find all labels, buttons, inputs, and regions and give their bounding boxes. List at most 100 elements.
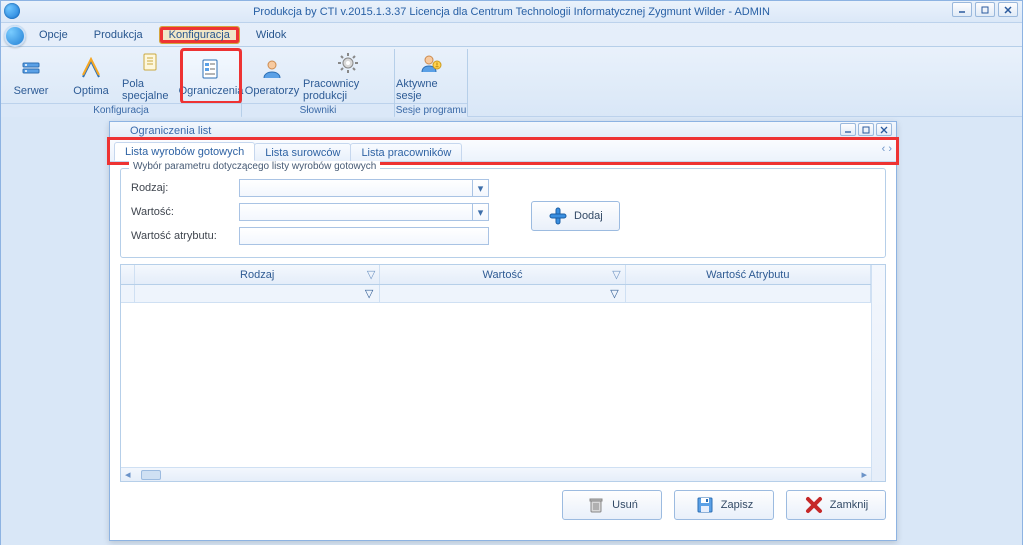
close-button[interactable] [998,2,1018,17]
ribbon-btn-operatorzy[interactable]: Operatorzy [242,49,302,103]
footer-buttons: Usuń Zapisz Zamknij [110,482,896,528]
scroll-right-icon[interactable]: ▸ [857,468,871,481]
server-icon [17,55,45,83]
grid: Rodzaj ▽ Wartość▽ Wartość Atrybutu ▽ ▽ [120,264,886,482]
child-window-ograniczenia: Ograniczenia list Lista wyrobów gotowych… [109,121,897,541]
child-window-title: Ograniczenia list [130,125,211,137]
child-close-button[interactable] [876,123,892,136]
delete-button[interactable]: Usuń [562,490,662,520]
menu-widok[interactable]: Widok [246,26,297,44]
input-wartosc-atrybutu[interactable] [239,227,489,245]
add-button[interactable]: Dodaj [531,201,620,231]
ribbon: Serwer Optima Pola specjalne Ograniczeni… [1,47,1022,117]
tab-wyroby-gotowe[interactable]: Lista wyrobów gotowych [114,142,255,161]
ribbon-btn-label: Optima [73,85,108,97]
ribbon-btn-label: Aktywne sesje [396,78,466,102]
label-wartosc: Wartość: [131,206,231,218]
groupbox-parametry: Wybór parametru dotyczącego listy wyrobó… [120,168,886,258]
tab-surowce[interactable]: Lista surowców [254,143,351,161]
tabs-prev-icon[interactable]: ‹ [882,143,886,155]
combo-wartosc[interactable]: ▾ [239,203,489,221]
grid-col-label: Wartość Atrybutu [706,269,789,281]
grid-hscrollbar[interactable]: ◂ ▸ [121,467,871,481]
main-window: Produkcja by CTI v.2015.1.3.37 Licencja … [0,0,1023,545]
child-app-icon [114,125,126,137]
grid-filter-row: ▽ ▽ [121,285,871,303]
optima-icon [77,55,105,83]
filter-icon: ▽ [365,287,373,300]
app-icon [4,3,20,19]
minimize-button[interactable] [952,2,972,17]
tabstrip: Lista wyrobów gotowych Lista surowców Li… [110,140,896,162]
child-window-controls [840,123,892,136]
ribbon-group-label: Sesje programu [395,103,467,117]
ribbon-btn-ograniczenia[interactable]: Ograniczenia [181,49,241,103]
form-panel: Wybór parametru dotyczącego listy wyrobó… [110,162,896,258]
grid-filter-wartosc[interactable]: ▽ [380,285,625,302]
window-title: Produkcja by CTI v.2015.1.3.37 Licencja … [253,6,770,18]
grid-row-selector-header[interactable] [121,265,135,284]
grid-filter-rodzaj[interactable]: ▽ [135,285,380,302]
close-form-button[interactable]: Zamknij [786,490,886,520]
chevron-down-icon: ▾ [472,180,488,196]
menubar: Opcje Produkcja Konfiguracja Widok [1,23,1022,47]
save-button[interactable]: Zapisz [674,490,774,520]
child-maximize-button[interactable] [858,123,874,136]
tab-pracownicy[interactable]: Lista pracowników [350,143,462,161]
label-wartosc-atrybutu: Wartość atrybutu: [131,230,231,242]
user-icon [258,55,286,83]
grid-filter-wartosc-atrybutu[interactable] [626,285,871,302]
restrictions-icon [197,55,225,83]
menu-opcje[interactable]: Opcje [29,26,78,44]
titlebar: Produkcja by CTI v.2015.1.3.37 Licencja … [1,1,1022,23]
save-button-label: Zapisz [721,499,753,511]
ribbon-btn-aktywne-sesje[interactable]: Aktywne sesje [395,49,467,103]
scroll-thumb[interactable] [141,470,161,480]
window-controls [952,2,1018,17]
app-orb-icon[interactable] [4,25,26,47]
ribbon-btn-label: Operatorzy [245,85,299,97]
ribbon-btn-pracownicy-produkcji[interactable]: Pracownicy produkcji [302,49,394,103]
save-icon [695,495,715,515]
ribbon-btn-serwer[interactable]: Serwer [1,49,61,103]
ribbon-btn-optima[interactable]: Optima [61,49,121,103]
ribbon-btn-label: Pola specjalne [122,78,180,102]
menu-konfiguracja[interactable]: Konfiguracja [159,26,240,44]
ribbon-group-label: Konfiguracja [1,103,241,117]
child-minimize-button[interactable] [840,123,856,136]
grid-col-wartosc[interactable]: Wartość▽ [380,265,625,284]
filter-icon: ▽ [610,287,618,300]
ribbon-group-sesje: Aktywne sesje Sesje programu [395,49,468,116]
tabs-nav: ‹ › [882,143,892,155]
child-titlebar: Ograniczenia list [110,122,896,140]
label-rodzaj: Rodzaj: [131,182,231,194]
tabs-next-icon[interactable]: › [888,143,892,155]
filter-icon[interactable]: ▽ [612,268,620,281]
fields-icon [137,50,165,76]
plus-icon [548,206,568,226]
scroll-left-icon[interactable]: ◂ [121,468,135,481]
trash-icon [586,495,606,515]
delete-button-label: Usuń [612,499,638,511]
close-form-button-label: Zamknij [830,499,869,511]
grid-vscrollbar[interactable] [871,265,885,481]
filter-icon[interactable]: ▽ [367,268,375,281]
grid-filter-selector[interactable] [121,285,135,302]
grid-col-rodzaj[interactable]: Rodzaj ▽ [135,265,380,284]
ribbon-btn-label: Ograniczenia [179,85,244,97]
ribbon-group-label: Słowniki [242,103,394,117]
ribbon-group-slowniki: Operatorzy Pracownicy produkcji Słowniki [242,49,395,116]
grid-col-wartosc-atrybutu[interactable]: Wartość Atrybutu [626,265,871,284]
ribbon-btn-pola-specjalne[interactable]: Pola specjalne [121,49,181,103]
maximize-button[interactable] [975,2,995,17]
groupbox-legend: Wybór parametru dotyczącego listy wyrobó… [129,161,380,172]
combo-rodzaj[interactable]: ▾ [239,179,489,197]
ribbon-btn-label: Pracownicy produkcji [303,78,393,102]
ribbon-btn-label: Serwer [14,85,49,97]
ribbon-group-konfiguracja: Serwer Optima Pola specjalne Ograniczeni… [1,49,242,116]
grid-body[interactable] [121,303,871,467]
grid-col-label: Rodzaj [240,269,274,281]
grid-header: Rodzaj ▽ Wartość▽ Wartość Atrybutu [121,265,871,285]
menu-produkcja[interactable]: Produkcja [84,26,153,44]
chevron-down-icon: ▾ [472,204,488,220]
